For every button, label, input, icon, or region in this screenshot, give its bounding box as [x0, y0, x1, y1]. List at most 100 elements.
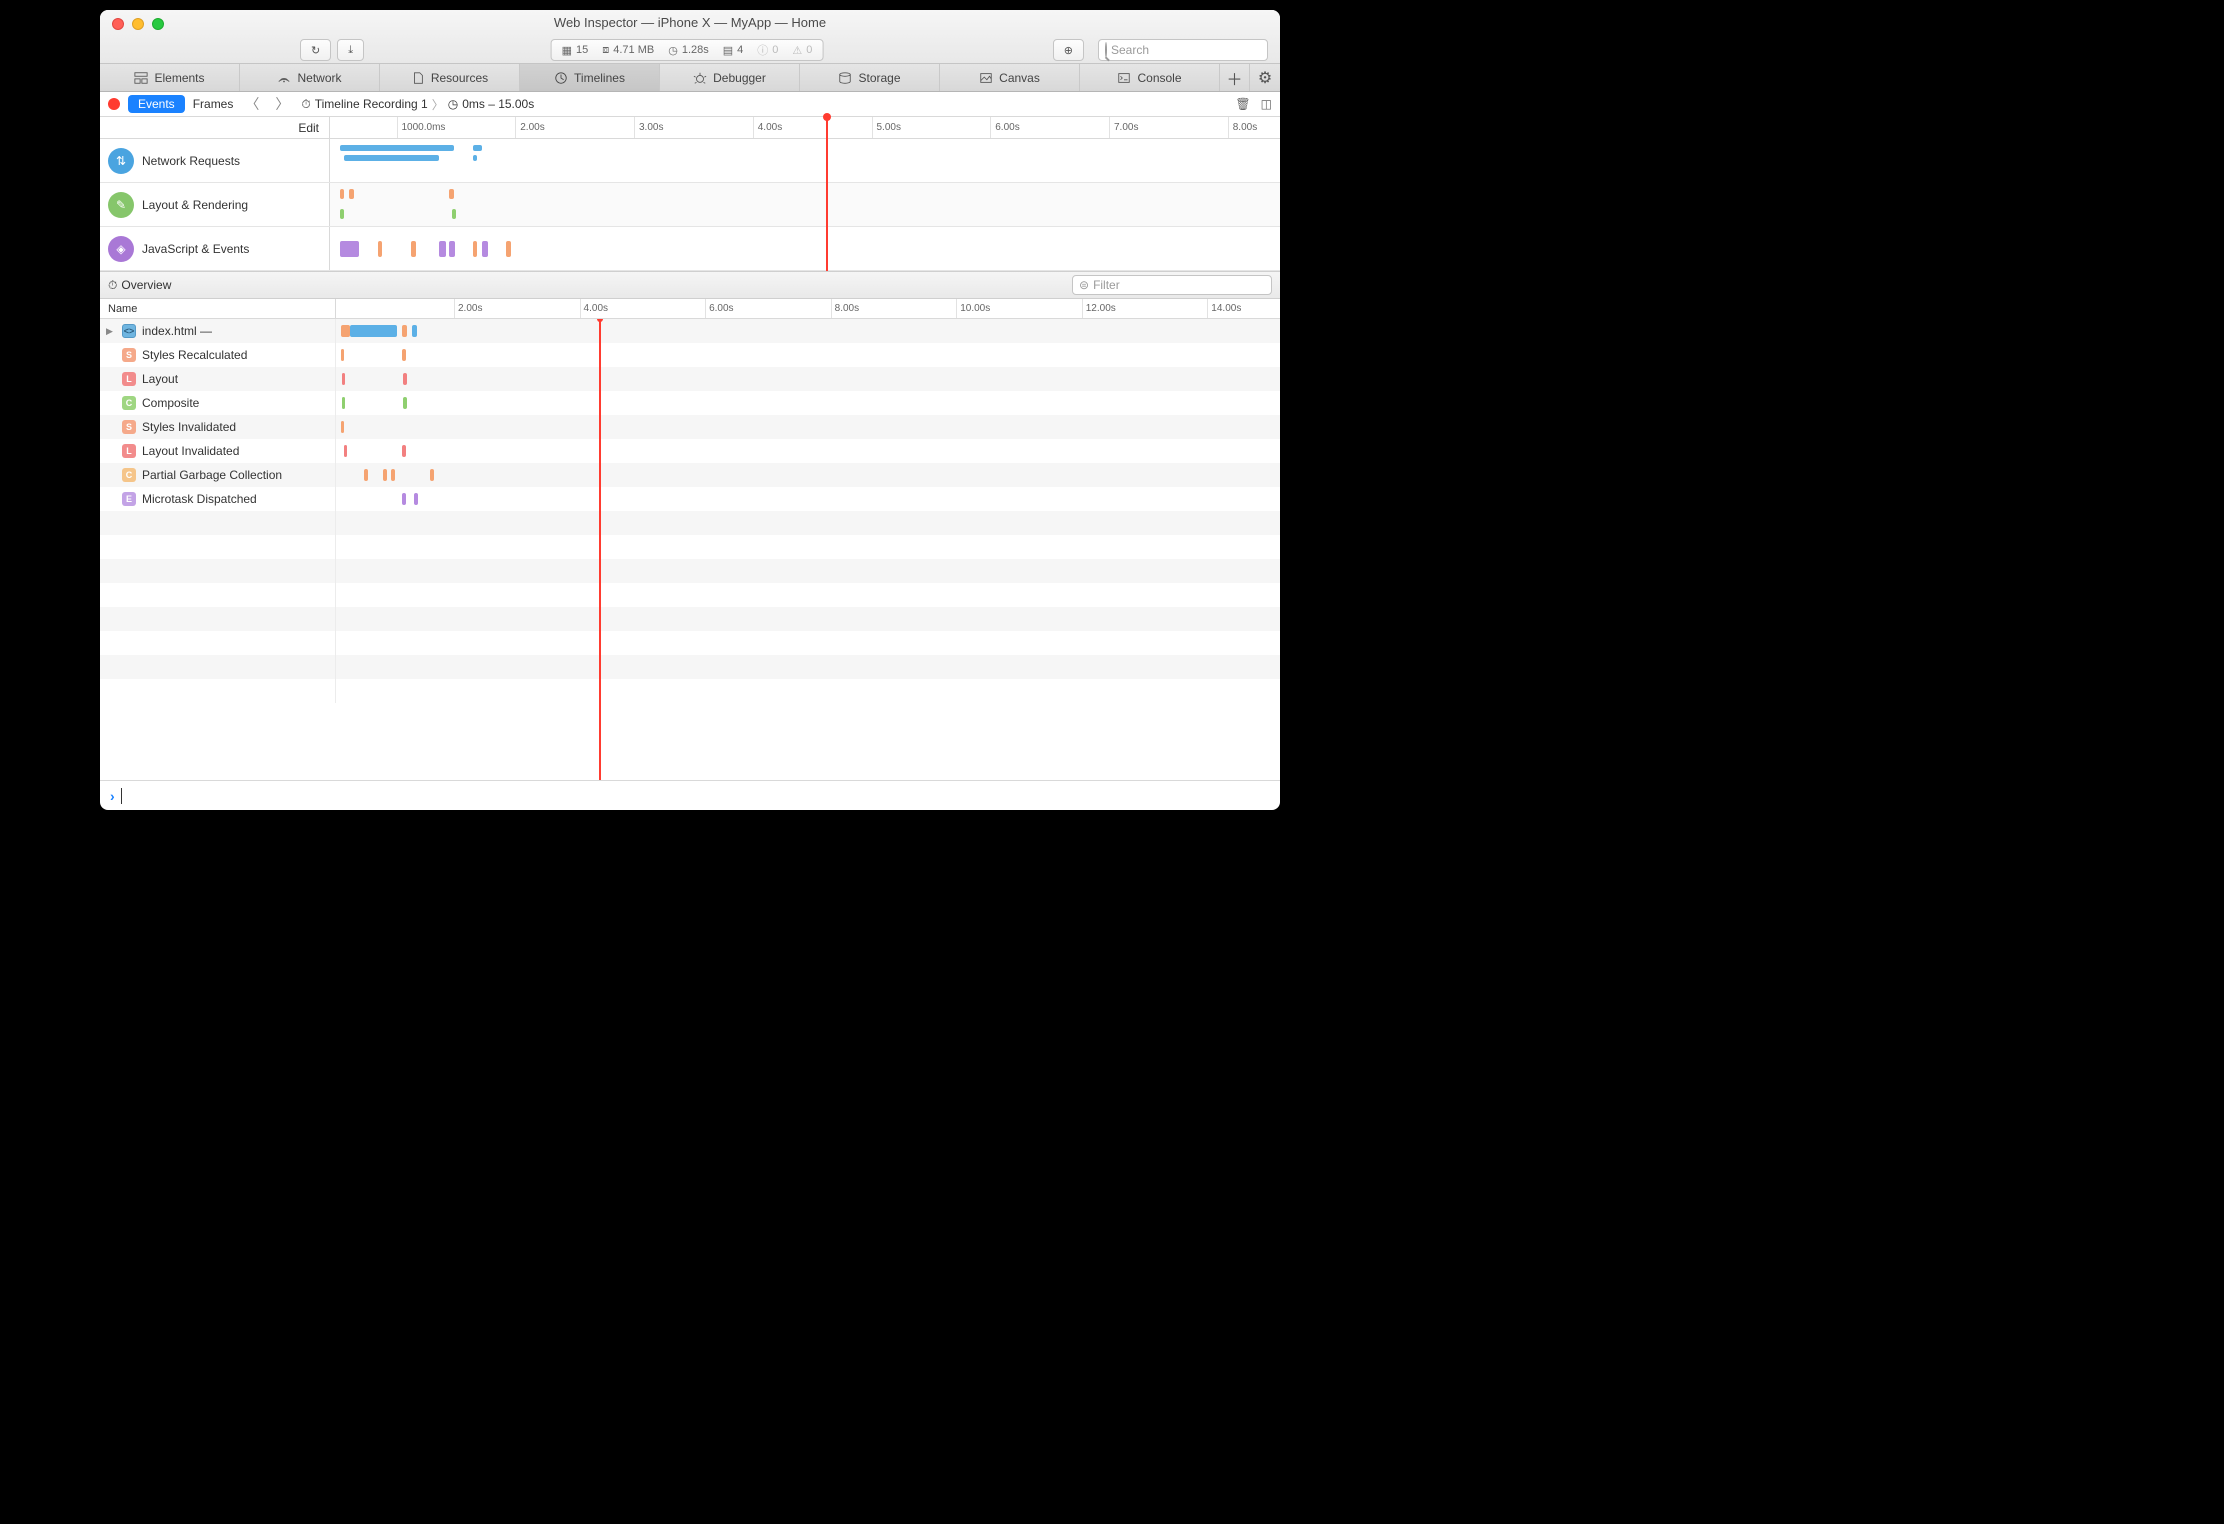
clear-button[interactable]: 🗑	[1235, 97, 1250, 111]
window-title: Web Inspector — iPhone X — MyApp — Home	[100, 15, 1280, 30]
resources-icon	[411, 71, 425, 85]
table-row[interactable]: LLayout Invalidated	[100, 439, 1280, 463]
details-header: Name 2.00s 4.00s 6.00s 8.00s 10.00s 12.0…	[100, 299, 1280, 319]
web-inspector-window: Web Inspector — iPhone X — MyApp — Home …	[100, 10, 1280, 810]
breadcrumb-range[interactable]: 0ms – 15.00s	[462, 97, 534, 111]
tab-resources[interactable]: Resources	[380, 64, 520, 91]
tab-elements[interactable]: Elements	[100, 64, 240, 91]
table-row[interactable]: EMicrotask Dispatched	[100, 487, 1280, 511]
view-frames[interactable]: Frames	[193, 97, 234, 111]
overview-label[interactable]: Overview	[121, 278, 171, 292]
name-column-header[interactable]: Name	[100, 299, 336, 318]
timelines-icon	[554, 71, 568, 85]
event-badge: E	[122, 492, 136, 506]
console-icon	[1117, 71, 1131, 85]
overview-ruler: Edit 1000.0ms 2.00s 3.00s 4.00s 5.00s 6.…	[100, 117, 1280, 139]
styles-badge: S	[122, 348, 136, 362]
scope-bar: Events Frames 〈 〉 ⏱ Timeline Recording 1…	[100, 92, 1280, 117]
minimize-window-button[interactable]	[132, 18, 144, 30]
tab-timelines[interactable]: Timelines	[520, 64, 660, 91]
new-tab-button[interactable]: ＋	[1220, 64, 1250, 91]
toolbar: ↻ ⤓ ▦ 15 ⧈ 4.71 MB ◷ 1.28s ▤ 4 ⓘ 0 ⚠ 0 ⊕…	[100, 36, 1280, 64]
table-row[interactable]: LLayout	[100, 367, 1280, 391]
tab-bar: Elements Network Resources Timelines Deb…	[100, 64, 1280, 92]
network-icon: ⇅	[108, 148, 134, 174]
clock-icon: ◷	[448, 97, 458, 111]
stopwatch-icon: ⏱	[108, 278, 117, 293]
window-controls	[112, 18, 164, 30]
reload-button[interactable]: ↻	[300, 39, 331, 61]
details-grid: ▶<>index.html — SStyles Recalculated LLa…	[100, 319, 1280, 780]
stats-pill[interactable]: ▦ 15 ⧈ 4.71 MB ◷ 1.28s ▤ 4 ⓘ 0 ⚠ 0	[551, 39, 824, 61]
track-layout[interactable]: ✎Layout & Rendering	[100, 183, 1280, 227]
docs-stat: ▦ 15	[556, 44, 595, 57]
nav-forward[interactable]: 〉	[271, 94, 293, 114]
errors-stat: ⓘ 0	[751, 42, 784, 58]
search-placeholder: Search	[1111, 43, 1149, 57]
elements-icon	[134, 71, 148, 85]
download-button[interactable]: ⤓	[337, 39, 364, 61]
ruler-tick: 8.00s	[1228, 117, 1257, 138]
table-row[interactable]: CComposite	[100, 391, 1280, 415]
composite-badge: C	[122, 396, 136, 410]
overview-bar: ⏱ Overview ⊜ Filter	[100, 271, 1280, 299]
table-row[interactable]: SStyles Recalculated	[100, 343, 1280, 367]
ruler-tick: 4.00s	[753, 117, 782, 138]
msgs-stat: ▤ 4	[717, 44, 750, 57]
ruler-tick: 6.00s	[990, 117, 1019, 138]
tab-storage[interactable]: Storage	[800, 64, 940, 91]
ruler-tick: 2.00s	[515, 117, 544, 138]
edit-button[interactable]: Edit	[100, 117, 330, 138]
network-icon	[277, 71, 291, 85]
table-row[interactable]: CPartial Garbage Collection	[100, 463, 1280, 487]
overview-playhead[interactable]	[826, 117, 828, 271]
sidebar-toggle[interactable]: ◫	[1261, 97, 1272, 111]
details-playhead[interactable]	[599, 319, 601, 780]
text-cursor	[121, 788, 122, 804]
ruler-tick: 1000.0ms	[397, 117, 446, 138]
zoom-window-button[interactable]	[152, 18, 164, 30]
overview-tracks: ⇅Network Requests ✎Layout & Rendering ◈J…	[100, 139, 1280, 271]
breadcrumb-recording[interactable]: Timeline Recording 1	[315, 97, 428, 111]
warnings-stat: ⚠ 0	[786, 44, 818, 57]
layout-badge: L	[122, 372, 136, 386]
inspect-element-button[interactable]: ⊕	[1053, 39, 1084, 61]
console-prompt[interactable]: ›	[100, 780, 1280, 810]
search-icon	[1105, 43, 1107, 57]
view-events[interactable]: Events	[128, 95, 185, 113]
time-stat: ◷ 1.28s	[662, 44, 715, 57]
track-network[interactable]: ⇅Network Requests	[100, 139, 1280, 183]
filter-icon: ⊜	[1079, 278, 1089, 292]
disclosure-triangle[interactable]: ▶	[106, 326, 116, 337]
tab-network[interactable]: Network	[240, 64, 380, 91]
filter-field[interactable]: ⊜ Filter	[1072, 275, 1272, 295]
ruler-scale[interactable]: 1000.0ms 2.00s 3.00s 4.00s 5.00s 6.00s 7…	[330, 117, 1280, 138]
nav-back[interactable]: 〈	[241, 94, 263, 114]
ruler-tick: 3.00s	[634, 117, 663, 138]
details-ruler[interactable]: 2.00s 4.00s 6.00s 8.00s 10.00s 12.00s 14…	[336, 299, 1280, 318]
styles-badge: S	[122, 420, 136, 434]
tab-canvas[interactable]: Canvas	[940, 64, 1080, 91]
close-window-button[interactable]	[112, 18, 124, 30]
storage-icon	[838, 71, 852, 85]
layout-badge: L	[122, 444, 136, 458]
record-button[interactable]	[108, 98, 120, 110]
tab-debugger[interactable]: Debugger	[660, 64, 800, 91]
track-javascript[interactable]: ◈JavaScript & Events	[100, 227, 1280, 271]
layout-icon: ✎	[108, 192, 134, 218]
debugger-icon	[693, 71, 707, 85]
js-icon: ◈	[108, 236, 134, 262]
tab-console[interactable]: Console	[1080, 64, 1220, 91]
ruler-tick: 5.00s	[872, 117, 901, 138]
table-row[interactable]: SStyles Invalidated	[100, 415, 1280, 439]
ruler-tick: 7.00s	[1109, 117, 1138, 138]
prompt-chevron-icon: ›	[110, 788, 115, 804]
titlebar: Web Inspector — iPhone X — MyApp — Home …	[100, 10, 1280, 64]
table-row[interactable]: ▶<>index.html —	[100, 319, 1280, 343]
gc-badge: C	[122, 468, 136, 482]
canvas-icon	[979, 71, 993, 85]
settings-button[interactable]: ⚙	[1250, 64, 1280, 91]
html-badge: <>	[122, 324, 136, 338]
search-field[interactable]: Search	[1098, 39, 1268, 61]
filter-placeholder: Filter	[1093, 278, 1120, 292]
